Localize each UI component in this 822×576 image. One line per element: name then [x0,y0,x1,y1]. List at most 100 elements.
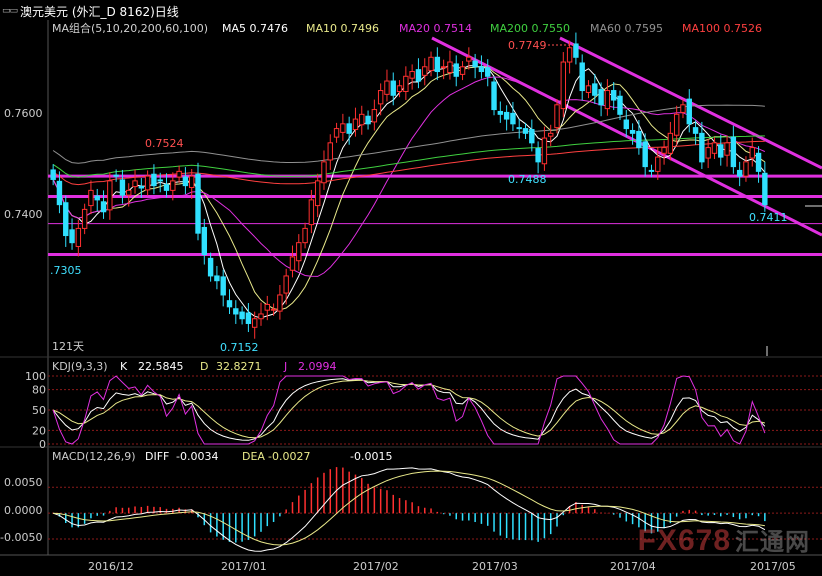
kdj-panel: KDJ(9,3,3) K 22.5845 D 32.8271 J 2.0994 … [25,360,822,451]
candle-body [516,127,522,130]
candle-body [277,294,283,312]
kdj-tick-1: 80 [32,384,46,397]
x-label-0: 2016/12 [88,560,134,573]
x-label-1: 2017/01 [221,560,267,573]
candle-body [75,227,82,247]
candle-body [251,318,258,328]
x-label-2: 2017/02 [353,560,399,573]
macd-dea-label: DEA [242,450,265,463]
candle-body [321,161,327,184]
candle-body [63,202,69,237]
candle-body [390,80,396,96]
candle-body [239,311,245,320]
ma-legend-ma100: MA100 0.7526 [682,22,762,35]
annotation-0_7305: .7305 [50,264,82,277]
candle-body [189,175,195,189]
candle-body [151,173,157,187]
annotation-0_7411: 0.7411 [749,211,788,224]
candle-body [201,226,208,256]
candle-body [415,69,422,82]
candle-body [667,132,674,154]
candle-body [434,56,441,73]
ma-legend-ma5: MA5 0.7476 [222,22,288,35]
candle-body [245,312,252,324]
candle-body [50,169,56,180]
candle-body [226,300,233,308]
day-count: 121天 [52,340,84,353]
candle-body [535,148,541,163]
candle-body [302,227,308,244]
candle-body [107,180,113,211]
candles [50,32,768,339]
candle-body [680,104,686,113]
candle-body [478,66,485,73]
candle-body [529,129,535,144]
candle-body [214,275,220,282]
candle-body [56,180,63,206]
candle-body [617,95,623,115]
candle-body [598,89,604,106]
candle-body [88,189,94,207]
candle-body [170,180,176,191]
candle-body [466,56,472,62]
candle-body [541,137,548,165]
candle-body [648,169,655,172]
candle-body [233,308,239,315]
ma-legend-ma10: MA10 0.7496 [306,22,379,35]
candle-body [705,147,711,159]
candle-body [736,169,743,177]
y-tick-0: 0.7600 [4,107,43,120]
candle-body [503,111,510,120]
candle-body [377,90,384,105]
candle-body [69,229,75,244]
candle-body [289,256,296,271]
candle-body [132,180,138,188]
candle-body [485,67,491,77]
candle-body [94,195,100,201]
candle-body [270,308,277,311]
chart-canvas[interactable]: MA组合(5,10,20,200,60,100) MA5 0.7476 MA10 … [0,0,822,576]
ma-legend-ma60: MA60 0.7595 [590,22,663,35]
candle-body [762,172,768,206]
candle-body [396,85,403,93]
candle-body [673,113,680,136]
macd-diff-value: -0.0034 [176,450,218,463]
candle-body [195,173,201,234]
candle-body [592,83,598,96]
x-label-3: 2017/03 [472,560,518,573]
candle-body [623,119,629,130]
candle-body [220,276,226,296]
candle-body [522,128,529,134]
candle-body [472,60,478,68]
candle-body [403,75,409,93]
macd-value: -0.0015 [350,450,392,463]
candle-body [573,43,579,58]
candle-body [692,127,699,134]
candle-body [642,141,648,168]
candle-body [182,176,189,187]
candle-body [352,118,359,131]
kdj-j-value: 2.0994 [298,360,337,373]
candle-body [711,142,718,154]
candle-body [314,180,321,207]
candle-body [340,123,346,133]
candle-body [699,132,705,163]
candle-body [497,110,504,115]
candle-body [384,80,390,95]
candle-body [724,142,730,156]
candle-body [453,63,459,77]
candle-body [718,144,724,158]
candle-body [359,113,365,126]
candle-body [459,66,466,75]
kdj-k-label: K [120,360,128,373]
candle-body [207,257,214,277]
candle-body [409,71,415,79]
candle-body [157,179,163,182]
candle-body [730,136,737,168]
annotation-high: 0.7749 [508,39,547,52]
candle-body [264,303,270,311]
candle-body [100,201,107,213]
kdj-tick-3: 20 [32,424,46,437]
kdj-j-label: J [283,360,287,373]
candle-body [585,85,592,93]
